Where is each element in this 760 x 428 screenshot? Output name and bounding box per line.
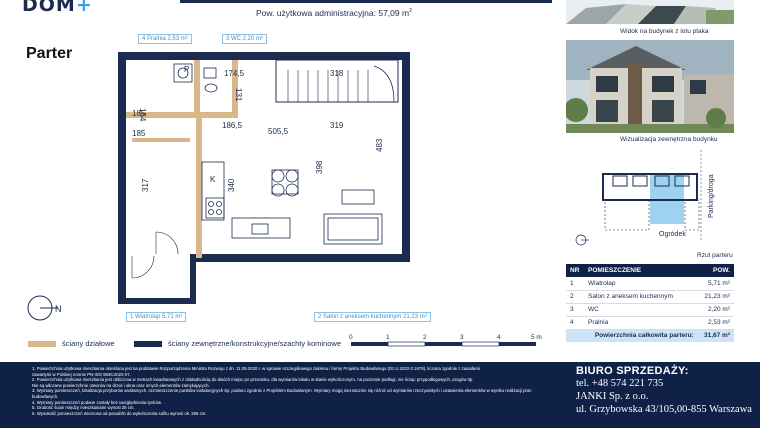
dim-317: 317 [141, 178, 150, 192]
total-value: 31,67 m² [697, 329, 734, 342]
dim-505-5: 505,5 [268, 127, 289, 136]
dim-398: 398 [315, 160, 324, 174]
brand-name: DOM [22, 0, 76, 16]
svg-text:N: N [55, 304, 62, 314]
sales-office: BIURO SPRZEDAŻY: tel. +48 574 221 735 JA… [565, 362, 760, 428]
rooms-table-header: NR POMIESZCZENIE POW. [566, 264, 734, 277]
partition-swatch [28, 340, 56, 347]
footnotes: 1. Powierzchnia użytkowa mieszkania okre… [0, 362, 565, 428]
header-room: POMIESZCZENIE [584, 264, 698, 277]
dim-318: 318 [330, 69, 344, 78]
scale-tick-1: 1 [386, 334, 390, 341]
room-tag-wiatrolap: 1 Wiatrołap 5,71 m² [126, 312, 187, 322]
keyplan-caption: Rzut parteru [697, 252, 733, 259]
aerial-caption: Widok na budynek z lotu ptaka [620, 28, 709, 35]
dim-131: 131 [234, 88, 243, 102]
render-caption: Wizualizacja zewnętrzna budynku [620, 136, 718, 143]
footnote-line: 3. Wymiary pomieszczeń, lokalizacja przy… [32, 388, 532, 394]
structural-swatch [134, 340, 162, 347]
dim-483: 483 [375, 138, 384, 152]
scale-tick-4: 4 [497, 334, 501, 341]
total-label: Powierzchnia całkowita parteru: [584, 329, 698, 342]
header-bar [180, 0, 552, 3]
legend-structural: ściany zewnętrzne/konstrukcyjne/szachty … [134, 339, 341, 348]
table-row: 4 Pralnia 2,53 m² [566, 316, 734, 330]
legend-partition: ściany działowe [28, 339, 115, 348]
scale-tick-5: 5 m [531, 334, 542, 341]
dim-186-5: 186,5 [222, 121, 243, 130]
total-row: Powierzchnia całkowita parteru: 31,67 m² [566, 329, 734, 342]
table-row: 3 WC 2,20 m² [566, 303, 734, 317]
dim-185b: 185 [132, 129, 146, 138]
scale-tick-2: 2 [423, 334, 427, 341]
brand-logo: DOM+ [22, 0, 93, 16]
scale-tick-0: 0 [349, 334, 353, 341]
header-nr: NR [566, 264, 584, 277]
floor-title: Parter [26, 45, 73, 62]
room-tag-salon: 2 Salon z aneksem kuchennym 21,23 m² [314, 312, 431, 322]
table-row: 1 Wiatrołap 5,71 m² [566, 277, 734, 291]
interior-floor [126, 60, 402, 254]
floor-plan: 174,5 318 185 185 186,5 505,5 319 154 13… [112, 34, 432, 322]
symbol-k: K [210, 175, 216, 184]
aerial-view-image [566, 0, 734, 24]
scale-bar: 0 1 2 3 4 5 m [349, 334, 542, 347]
exterior-render-image [566, 40, 734, 133]
scale-tick-3: 3 [460, 334, 464, 341]
sales-company: JANKI Sp. z o.o. [576, 391, 649, 402]
dim-340: 340 [227, 178, 236, 192]
room-tag-wc: 3 WC 2,20 m² [222, 34, 268, 44]
dim-174-5: 174,5 [224, 69, 245, 78]
usable-area-text: Pow. użytkowa administracyjna: 57,09 m2 [256, 8, 412, 18]
brand-plus-mark: + [75, 0, 93, 16]
header-area: POW. [697, 264, 734, 277]
garden-label: Ogródek [659, 231, 686, 238]
symbol-p: P [184, 65, 189, 74]
footnote-line: 6. Wysokość pomieszczeń mierzona od posa… [32, 410, 207, 416]
dim-319: 319 [330, 121, 344, 130]
rooms-table: NR POMIESZCZENIE POW. 1 Wiatrołap 5,71 m² … [566, 264, 734, 342]
sales-title: BIURO SPRZEDAŻY: [576, 365, 689, 377]
site-keyplan: Parking/droga Ogródek [575, 150, 723, 246]
sales-address: ul. Grzybowska 43/105,00-855 Warszawa [576, 404, 752, 415]
sales-phone: tel. +48 574 221 735 [576, 378, 664, 389]
north-arrow-icon: N [27, 295, 62, 321]
partition-wc-bottom [200, 112, 238, 118]
partition-hall [196, 118, 202, 258]
keyplan-north-arrow-icon [575, 234, 589, 246]
table-row: 2 Salon z aneksem kuchennym 21,23 m² [566, 290, 734, 304]
vestibule-floor [126, 254, 190, 298]
parking-label: Parking/droga [708, 174, 715, 218]
floor-plan-drawing: 174,5 318 185 185 186,5 505,5 319 154 13… [118, 52, 410, 304]
partition-hall-shelf [132, 138, 190, 142]
room-tag-pralnia: 4 Pralnia 2,53 m² [138, 34, 192, 44]
dim-154: 154 [138, 108, 147, 122]
partition-pralnia-wc [194, 60, 200, 118]
